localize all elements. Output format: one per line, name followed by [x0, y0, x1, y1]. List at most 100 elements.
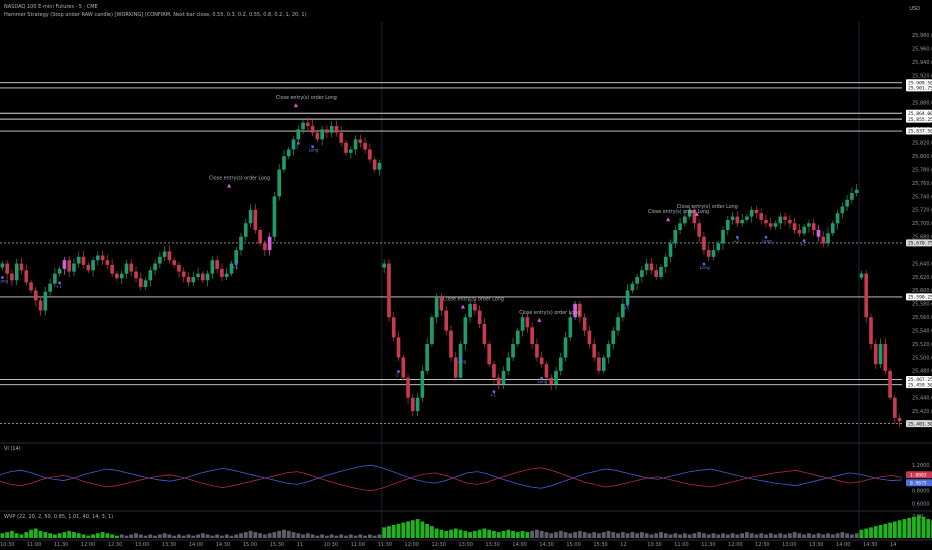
- wvp-bar: [534, 529, 539, 538]
- candle-body: [854, 189, 859, 194]
- time-tick-label: 15:30: [593, 542, 607, 548]
- close-entry-annotation: Close entry(s) order Long: [443, 296, 504, 302]
- wvp-bar: [916, 515, 921, 538]
- wvp-bar: [883, 523, 888, 538]
- wvp-bar: [768, 533, 773, 538]
- price-tick-label: 25,480.00: [912, 369, 932, 375]
- candle-body: [496, 377, 501, 385]
- close-entry-annotation: Close entry(s) order Long: [276, 95, 337, 101]
- candle-body: [420, 370, 425, 398]
- candle-body: [411, 397, 415, 412]
- time-tick-label: 11:30: [701, 542, 715, 548]
- wvp-bar: [849, 534, 854, 538]
- signal-label: +1: [490, 393, 496, 398]
- wvp-bar: [472, 530, 477, 538]
- wvp-bar: [91, 534, 95, 538]
- wvp-bar: [10, 530, 14, 538]
- candle-body: [43, 291, 48, 311]
- wvp-bar: [682, 533, 687, 538]
- candle-body: [659, 266, 663, 277]
- wvp-bar: [678, 534, 682, 538]
- price-tick-label: 25,820.00: [912, 141, 932, 147]
- candle-body: [544, 364, 549, 378]
- time-tick-label: 13:30: [485, 542, 499, 548]
- signal-dot: [311, 145, 314, 149]
- wvp-bar: [811, 534, 816, 538]
- wvp-bar: [902, 519, 907, 538]
- wvp-bar: [105, 533, 110, 538]
- candle-body: [372, 159, 377, 170]
- candle-body: [711, 250, 716, 257]
- wvp-bar: [415, 519, 420, 538]
- price-tick-label: 25,780.00: [912, 167, 932, 173]
- price-level-tag-label: 25,837.50: [908, 129, 932, 135]
- wvp-bar: [215, 534, 220, 538]
- wvp-bar: [157, 534, 162, 538]
- wvp-bar: [635, 533, 640, 538]
- wvp-bar: [463, 530, 468, 538]
- exit-marker-icon: [293, 103, 298, 108]
- signal-label: -1: [395, 372, 399, 377]
- candle-body: [893, 397, 897, 418]
- candle-body: [835, 213, 840, 224]
- candle-body: [153, 263, 157, 271]
- wvp-bar: [430, 526, 434, 538]
- wvp-bar: [234, 534, 239, 538]
- time-tick-label: 13:00: [782, 542, 796, 548]
- time-tick-label: 11:00: [27, 542, 41, 548]
- candle-body: [439, 297, 444, 311]
- candle-body: [821, 236, 826, 244]
- candle-body: [387, 263, 391, 318]
- wvp-bar: [625, 533, 630, 538]
- signal-label: -1: [294, 144, 298, 149]
- candle-body: [792, 223, 797, 230]
- candle-body: [234, 250, 239, 264]
- candle-body: [115, 273, 119, 279]
- candle-body: [640, 270, 644, 277]
- wvp-bar: [897, 520, 902, 538]
- wvp-bar: [0, 533, 5, 538]
- candle-body: [463, 317, 468, 345]
- wvp-bar: [630, 532, 635, 538]
- symbol-title: NASDAQ 100 E-mini Futures · 5 · CME: [4, 4, 98, 10]
- wvp-bar: [506, 529, 511, 538]
- chart-stage: NASDAQ 100 E-mini Futures · 5 · CME Hamm…: [0, 0, 932, 550]
- price-tick-label: 25,420.00: [912, 409, 932, 415]
- candle-body: [57, 268, 62, 274]
- wvp-bar: [744, 532, 749, 538]
- candle-body: [401, 357, 406, 378]
- wvp-bar: [5, 532, 10, 538]
- candle-body: [96, 255, 100, 261]
- price-tick-label: 25,760.00: [912, 181, 932, 187]
- signal-dot: [735, 235, 739, 239]
- wvp-bar: [124, 535, 129, 538]
- price-tick-label: 25,580.00: [912, 302, 932, 308]
- candle-body: [716, 243, 721, 251]
- time-tick-label: 13:00: [458, 542, 472, 548]
- candle-body: [86, 264, 91, 271]
- candle-body: [807, 223, 811, 227]
- candle-body: [391, 317, 396, 338]
- wvp-bar: [482, 528, 487, 538]
- main-price-chart[interactable]: 25,980.00 25,960.00 25,940.00 25,920.00 25,8…: [0, 0, 932, 550]
- candle-body: [100, 255, 105, 261]
- wvp-bar: [129, 534, 134, 538]
- wvp-bar: [697, 532, 702, 538]
- time-tick-label: 14: [890, 542, 896, 548]
- candle-body: [788, 219, 792, 224]
- candle-body: [558, 357, 563, 371]
- candle-body: [158, 256, 162, 264]
- candle-body: [516, 330, 520, 345]
- price-level-tag: [906, 420, 932, 428]
- candle-body: [864, 273, 869, 318]
- candle-body: [377, 162, 382, 170]
- wvp-bar: [778, 533, 783, 538]
- price-tick-label: 25,740.00: [912, 194, 932, 200]
- wvp-bar: [382, 527, 387, 538]
- candle-body: [468, 303, 472, 318]
- candle-body: [382, 263, 386, 268]
- wvp-bar: [792, 532, 797, 538]
- time-tick-label: 14:00: [836, 542, 850, 548]
- price-level-tag: [906, 84, 932, 92]
- price-tick-label: 25,560.00: [912, 315, 932, 321]
